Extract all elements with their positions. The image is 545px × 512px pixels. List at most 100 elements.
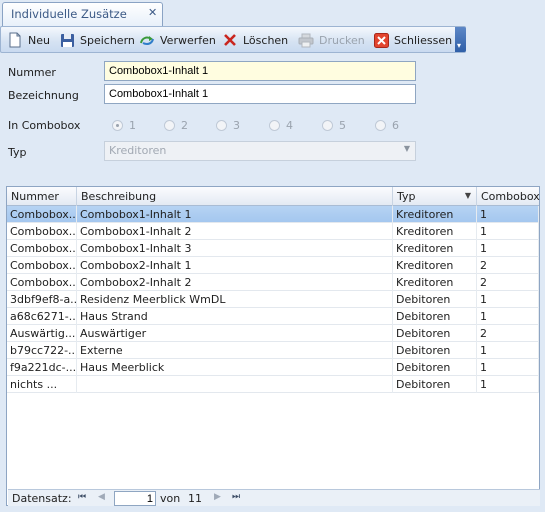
- table-cell-typ[interactable]: Debitoren: [393, 291, 477, 308]
- tab-title: Individuelle Zusätze: [11, 7, 127, 21]
- table-cell-combobox[interactable]: 2: [477, 274, 539, 291]
- table-cell-nummer[interactable]: Combobox...: [7, 257, 77, 274]
- table-row[interactable]: 3dbf9ef8-a... Residenz Meerblick WmDL Debi…: [7, 291, 539, 308]
- table-cell-typ[interactable]: Kreditoren: [393, 274, 477, 291]
- chevron-down-icon: ▾: [457, 41, 462, 50]
- table-cell-beschreibung[interactable]: Auswärtiger: [77, 325, 393, 342]
- records-grid: Nummer Beschreibung Typ ▼ Combobox Combob…: [6, 186, 540, 506]
- table-cell-beschreibung[interactable]: Combobox1-Inhalt 3: [77, 240, 393, 257]
- bezeichnung-input[interactable]: [104, 84, 416, 104]
- table-cell-combobox[interactable]: 1: [477, 342, 539, 359]
- delete-x-icon: [222, 32, 238, 48]
- table-cell-beschreibung[interactable]: Combobox1-Inhalt 2: [77, 223, 393, 240]
- table-cell-typ[interactable]: Kreditoren: [393, 206, 477, 223]
- typ-value: Kreditoren: [109, 144, 167, 157]
- combobox-radio-2[interactable]: 2: [164, 119, 188, 132]
- close-red-icon: [373, 32, 389, 48]
- close-button[interactable]: Schliessen: [373, 31, 452, 49]
- table-cell-nummer[interactable]: Combobox...: [7, 223, 77, 240]
- radio-dot-icon: [269, 120, 280, 131]
- column-header-combobox[interactable]: Combobox: [477, 187, 540, 206]
- delete-button[interactable]: Löschen: [222, 31, 288, 49]
- table-cell-beschreibung[interactable]: [77, 376, 393, 393]
- record-total: 11: [188, 492, 202, 505]
- floppy-disk-icon: [59, 32, 75, 48]
- combobox-radio-5[interactable]: 5: [322, 119, 346, 132]
- print-button[interactable]: Drucken: [298, 31, 365, 49]
- combobox-radio-4[interactable]: 4: [269, 119, 293, 132]
- discard-label: Verwerfen: [160, 33, 216, 47]
- table-cell-combobox[interactable]: 1: [477, 206, 539, 223]
- table-row[interactable]: nichts ... Debitoren 1: [7, 376, 539, 393]
- table-row[interactable]: Combobox... Combobox1-Inhalt 2 Kreditoren 1: [7, 223, 539, 240]
- table-cell-nummer[interactable]: Combobox...: [7, 274, 77, 291]
- tab-individuelle-zusaetze[interactable]: Individuelle Zusätze ✕: [2, 2, 163, 26]
- navigator-label: Datensatz:: [12, 492, 72, 505]
- table-cell-combobox[interactable]: 1: [477, 240, 539, 257]
- table-cell-nummer[interactable]: a68c6271-...: [7, 308, 77, 325]
- table-cell-combobox[interactable]: 1: [477, 359, 539, 376]
- table-cell-typ[interactable]: Kreditoren: [393, 240, 477, 257]
- table-cell-beschreibung[interactable]: Combobox2-Inhalt 2: [77, 274, 393, 291]
- table-cell-typ[interactable]: Debitoren: [393, 325, 477, 342]
- table-cell-combobox[interactable]: 1: [477, 291, 539, 308]
- discard-button[interactable]: Verwerfen: [139, 31, 216, 49]
- column-header-typ[interactable]: Typ ▼: [393, 187, 477, 206]
- toolbar-overflow-button[interactable]: ▾: [455, 27, 466, 52]
- table-cell-beschreibung[interactable]: Externe: [77, 342, 393, 359]
- table-cell-beschreibung[interactable]: Residenz Meerblick WmDL: [77, 291, 393, 308]
- table-cell-combobox[interactable]: 1: [477, 223, 539, 240]
- column-header-nummer[interactable]: Nummer: [7, 187, 77, 206]
- save-button[interactable]: Speichern: [59, 31, 135, 49]
- nummer-input[interactable]: [104, 61, 416, 81]
- table-cell-typ[interactable]: Debitoren: [393, 359, 477, 376]
- table-row[interactable]: Auswärtig... Auswärtiger Debitoren 2: [7, 325, 539, 342]
- printer-icon: [298, 32, 314, 48]
- table-cell-typ[interactable]: Debitoren: [393, 308, 477, 325]
- table-cell-nummer[interactable]: 3dbf9ef8-a...: [7, 291, 77, 308]
- table-row[interactable]: Combobox... Combobox2-Inhalt 1 Kreditoren 2: [7, 257, 539, 274]
- first-record-icon[interactable]: ⏮: [78, 492, 86, 502]
- toolbar: Neu Speichern Verwerfen Löschen Drucken …: [0, 26, 466, 53]
- table-cell-beschreibung[interactable]: Haus Strand: [77, 308, 393, 325]
- table-cell-beschreibung[interactable]: Haus Meerblick: [77, 359, 393, 376]
- previous-record-icon[interactable]: ◀: [98, 492, 105, 502]
- table-cell-nummer[interactable]: Combobox...: [7, 240, 77, 257]
- table-row[interactable]: b79cc722-... Externe Debitoren 1: [7, 342, 539, 359]
- table-cell-nummer[interactable]: nichts ...: [7, 376, 77, 393]
- table-cell-combobox[interactable]: 1: [477, 376, 539, 393]
- table-row[interactable]: Combobox... Combobox1-Inhalt 3 Kreditoren 1: [7, 240, 539, 257]
- table-row[interactable]: f9a221dc-... Haus Meerblick Debitoren 1: [7, 359, 539, 376]
- current-record-input[interactable]: [114, 491, 156, 506]
- radio-dot-icon: [375, 120, 386, 131]
- delete-label: Löschen: [243, 33, 289, 47]
- typ-select[interactable]: Kreditoren ▼: [104, 141, 416, 161]
- table-cell-typ[interactable]: Debitoren: [393, 376, 477, 393]
- combobox-radio-6[interactable]: 6: [375, 119, 399, 132]
- table-cell-combobox[interactable]: 2: [477, 257, 539, 274]
- new-button[interactable]: Neu: [7, 31, 50, 49]
- table-cell-beschreibung[interactable]: Combobox2-Inhalt 1: [77, 257, 393, 274]
- table-row[interactable]: Combobox... Combobox1-Inhalt 1 Kreditoren 1: [7, 206, 539, 223]
- table-row[interactable]: a68c6271-... Haus Strand Debitoren 1: [7, 308, 539, 325]
- table-cell-typ[interactable]: Debitoren: [393, 342, 477, 359]
- table-cell-typ[interactable]: Kreditoren: [393, 223, 477, 240]
- table-cell-nummer[interactable]: Combobox...: [7, 206, 77, 223]
- table-row[interactable]: Combobox... Combobox2-Inhalt 2 Kreditoren 2: [7, 274, 539, 291]
- table-cell-combobox[interactable]: 1: [477, 308, 539, 325]
- next-record-icon[interactable]: ▶: [214, 492, 221, 502]
- combobox-radio-3[interactable]: 3: [216, 119, 240, 132]
- table-cell-nummer[interactable]: b79cc722-...: [7, 342, 77, 359]
- last-record-icon[interactable]: ⏭: [232, 492, 240, 502]
- table-cell-nummer[interactable]: f9a221dc-...: [7, 359, 77, 376]
- record-navigator: Datensatz: ⏮ ◀ von 11 ▶ ⏭: [8, 489, 540, 506]
- save-label: Speichern: [80, 33, 135, 47]
- in-combobox-label: In Combobox: [8, 119, 81, 132]
- table-cell-typ[interactable]: Kreditoren: [393, 257, 477, 274]
- combobox-radio-1[interactable]: 1: [112, 119, 136, 132]
- tab-close-icon[interactable]: ✕: [148, 6, 157, 19]
- column-header-beschreibung[interactable]: Beschreibung: [77, 187, 393, 206]
- table-cell-beschreibung[interactable]: Combobox1-Inhalt 1: [77, 206, 393, 223]
- table-cell-combobox[interactable]: 2: [477, 325, 539, 342]
- table-cell-nummer[interactable]: Auswärtig...: [7, 325, 77, 342]
